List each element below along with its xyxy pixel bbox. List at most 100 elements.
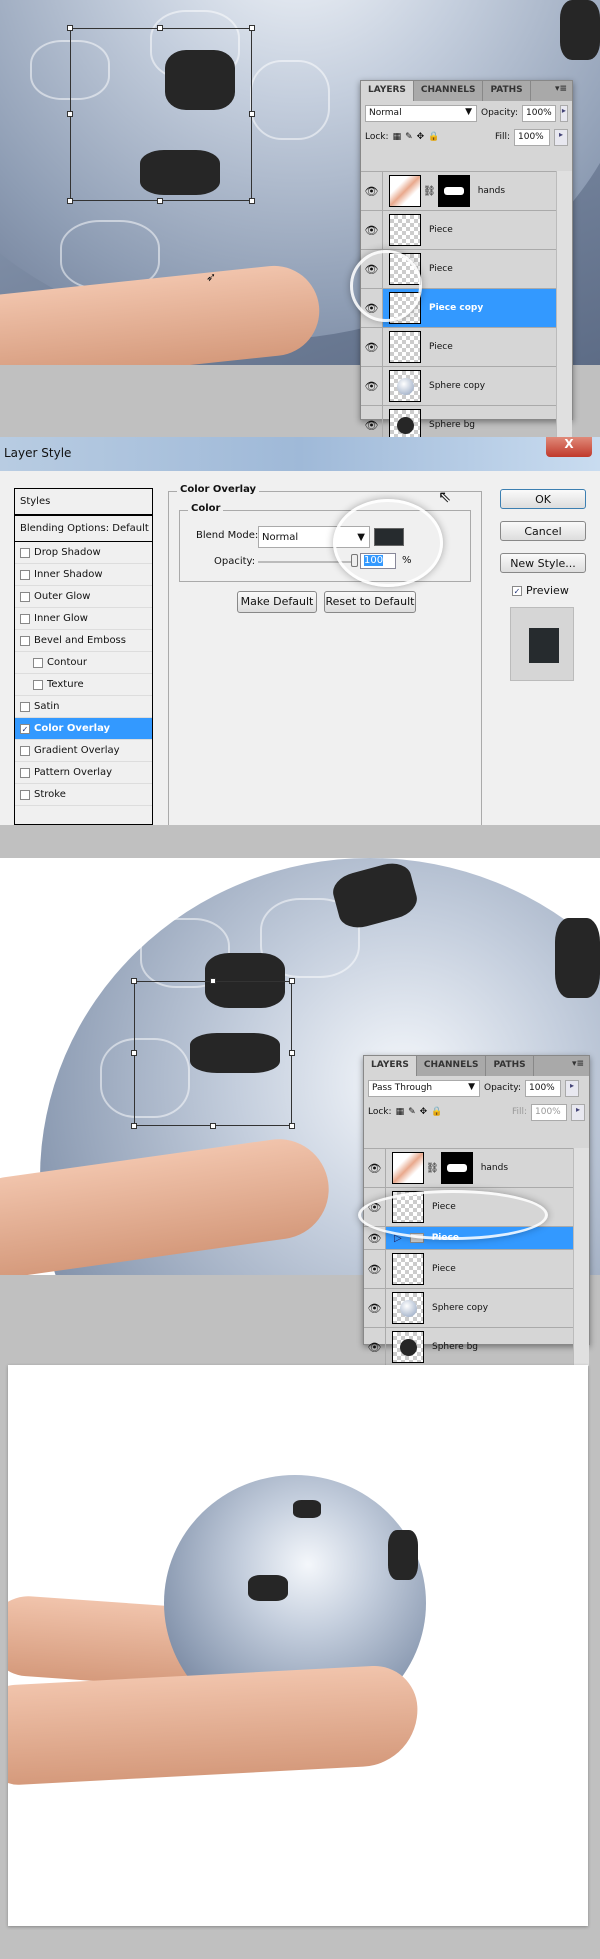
make-default-button[interactable]: Make Default [237,591,317,613]
layer-name[interactable]: Sphere bg [429,420,475,430]
checkbox-checked[interactable]: ✓ [20,723,30,734]
layer-name[interactable]: Piece copy [429,303,483,313]
lock-brush-icon[interactable]: ✎ [408,1107,416,1117]
blending-options[interactable]: Blending Options: Default [15,516,152,542]
blend-mode-select[interactable]: Normal ▼ [365,104,477,122]
layer-row[interactable]: 👁 Sphere copy [364,1288,573,1327]
layer-row[interactable]: 👁 Piece [361,327,556,366]
styles-header[interactable]: Styles [15,489,152,516]
blend-mode-select[interactable]: Pass Through ▼ [368,1079,480,1097]
layer-name[interactable]: Piece [429,342,453,352]
opacity-input[interactable]: 100% [525,1079,561,1097]
tab-paths[interactable]: PATHS [483,81,531,101]
layer-name[interactable]: Piece [432,1264,456,1274]
layer-row[interactable]: 👁 Piece [364,1249,573,1288]
visibility-eye-icon[interactable]: 👁 [361,211,383,249]
layer-row[interactable]: 👁 ⛓ hands [364,1148,573,1187]
lock-all-icon[interactable]: 🔒 [431,1107,442,1117]
layer-name[interactable]: Piece [429,225,453,235]
layer-mask-thumbnail[interactable] [440,1152,473,1184]
layer-main[interactable]: ⛓ hands [386,1149,573,1187]
lock-transparency-icon[interactable]: ▦ [396,1107,405,1117]
layers-scrollbar[interactable] [556,171,572,444]
ok-button[interactable]: OK [500,489,586,509]
opacity-slider-button[interactable]: ▸ [559,104,568,122]
layer-name[interactable]: Sphere copy [432,1303,488,1313]
visibility-eye-icon[interactable]: 👁 [361,172,383,210]
checkbox[interactable] [20,745,30,756]
checkbox-checked[interactable]: ✓ [512,585,522,596]
fill-input[interactable]: 100% [514,128,550,146]
preview-checkbox[interactable]: ✓ Preview [512,584,569,597]
visibility-eye-icon[interactable]: 👁 [361,328,383,366]
style-item[interactable]: ✓ Color Overlay [15,718,152,740]
layer-name[interactable]: hands [481,1163,508,1173]
checkbox[interactable] [33,657,43,668]
checkbox[interactable] [20,789,30,800]
transform-bounding-box[interactable] [67,25,255,204]
layer-name[interactable]: Piece [429,264,453,274]
lock-move-icon[interactable]: ✥ [420,1107,428,1117]
style-item[interactable]: Contour [15,652,152,674]
visibility-eye-icon[interactable]: 👁 [364,1250,386,1288]
style-item[interactable]: Gradient Overlay [15,740,152,762]
layer-name[interactable]: Sphere bg [432,1342,478,1352]
link-chain-icon[interactable]: ⛓ [423,186,436,197]
fill-input[interactable]: 100% [531,1103,567,1121]
checkbox[interactable] [20,613,30,624]
layer-main[interactable]: ⛓ hands [383,172,556,210]
reset-to-default-button[interactable]: Reset to Default [324,591,416,613]
lock-move-icon[interactable]: ✥ [417,132,425,142]
checkbox[interactable] [20,767,30,778]
layer-main[interactable]: Sphere copy [383,367,556,405]
style-item[interactable]: Outer Glow [15,586,152,608]
layer-row[interactable]: 👁 Sphere copy [361,366,556,405]
panel-menu-icon[interactable]: ▾≡ [550,81,572,101]
checkbox[interactable] [20,547,30,558]
layer-main[interactable]: Piece [386,1250,573,1288]
checkbox[interactable] [33,679,43,690]
checkbox[interactable] [20,569,30,580]
tab-layers[interactable]: LAYERS [364,1056,417,1076]
visibility-eye-icon[interactable]: 👁 [364,1149,386,1187]
layers-scrollbar[interactable] [573,1148,589,1366]
style-item[interactable]: Texture [15,674,152,696]
visibility-eye-icon[interactable]: 👁 [364,1289,386,1327]
layer-main[interactable]: Sphere copy [386,1289,573,1327]
layer-row[interactable]: 👁 Piece [361,210,556,249]
layer-name[interactable]: hands [478,186,505,196]
close-button[interactable]: X [546,437,592,457]
layer-mask-thumbnail[interactable] [437,175,470,207]
style-item[interactable]: Satin [15,696,152,718]
layer-main[interactable]: Piece [383,211,556,249]
lock-brush-icon[interactable]: ✎ [405,132,413,142]
style-item[interactable]: Pattern Overlay [15,762,152,784]
lock-all-icon[interactable]: 🔒 [428,132,439,142]
lock-transparency-icon[interactable]: ▦ [393,132,402,142]
layer-row[interactable]: 👁 Sphere bg [364,1327,573,1366]
visibility-eye-icon[interactable]: 👁 [364,1328,386,1366]
opacity-input[interactable]: 100% [522,104,556,122]
style-item[interactable]: Bevel and Emboss [15,630,152,652]
tab-channels[interactable]: CHANNELS [417,1056,487,1076]
tab-layers[interactable]: LAYERS [361,81,414,101]
layer-name[interactable]: Sphere copy [429,381,485,391]
checkbox[interactable] [20,635,30,646]
new-style-button[interactable]: New Style... [500,553,586,573]
panel-menu-icon[interactable]: ▾≡ [567,1056,589,1076]
layer-main[interactable]: Piece [383,328,556,366]
tab-channels[interactable]: CHANNELS [414,81,484,101]
cancel-button[interactable]: Cancel [500,521,586,541]
style-item[interactable]: Stroke [15,784,152,806]
transform-bounding-box[interactable] [131,978,295,1129]
layer-main[interactable]: Sphere bg [386,1328,573,1366]
fill-slider-button[interactable]: ▸ [571,1103,585,1121]
link-chain-icon[interactable]: ⛓ [426,1163,439,1174]
style-item[interactable]: Inner Shadow [15,564,152,586]
style-item[interactable]: Inner Glow [15,608,152,630]
visibility-eye-icon[interactable]: 👁 [361,367,383,405]
checkbox[interactable] [20,591,30,602]
fill-slider-button[interactable]: ▸ [554,128,568,146]
tab-paths[interactable]: PATHS [486,1056,534,1076]
checkbox[interactable] [20,701,30,712]
